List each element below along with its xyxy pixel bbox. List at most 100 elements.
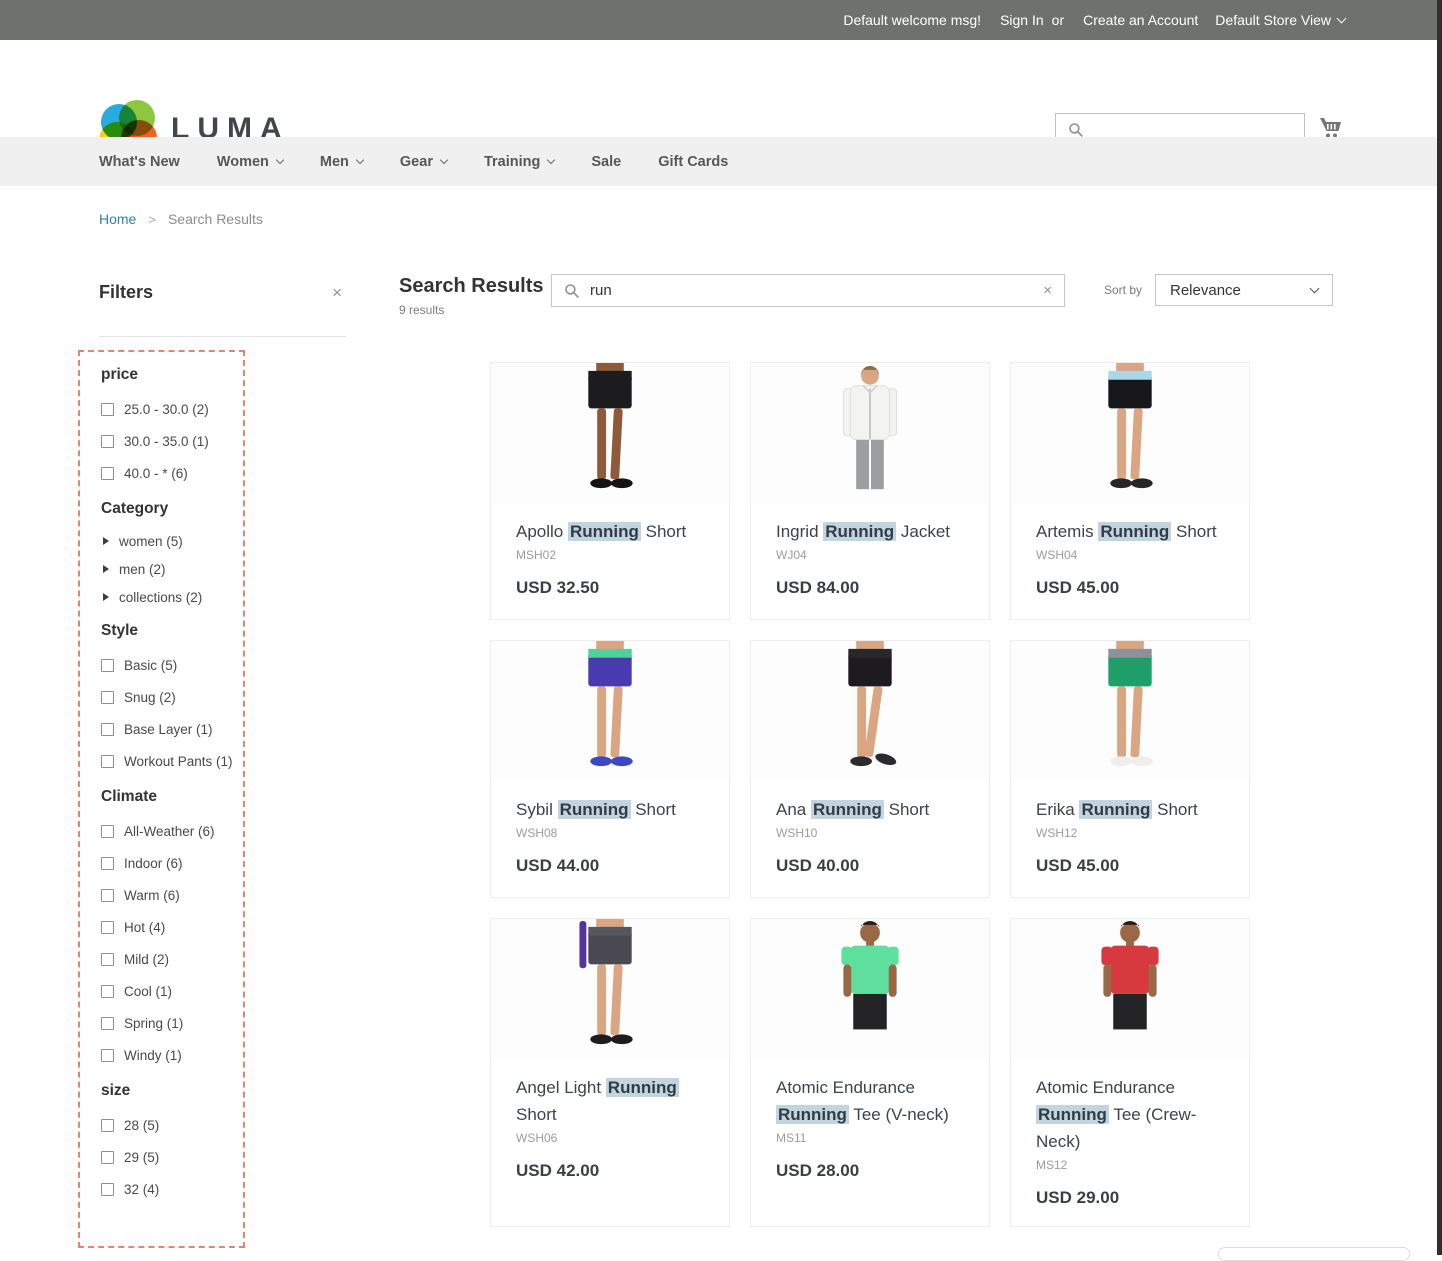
product-title[interactable]: Ana Running Short xyxy=(776,796,964,823)
filter-group-size-title[interactable]: size xyxy=(101,1082,243,1100)
product-image[interactable] xyxy=(1011,641,1249,781)
breadcrumb-home-link[interactable]: Home xyxy=(99,211,136,227)
filter-option[interactable]: Mild (2) xyxy=(101,943,243,975)
nav-whats-new[interactable]: What's New xyxy=(99,154,180,170)
product-image[interactable] xyxy=(491,919,729,1059)
nav-men[interactable]: Men xyxy=(320,154,363,170)
filter-option[interactable]: 40.0 - * (6) xyxy=(101,457,243,489)
nav-gear[interactable]: Gear xyxy=(400,154,447,170)
checkbox[interactable] xyxy=(101,1017,114,1030)
filter-option[interactable]: Hot (4) xyxy=(101,911,243,943)
browser-scrollbar[interactable] xyxy=(1437,0,1442,1255)
checkbox[interactable] xyxy=(101,723,114,736)
checkbox[interactable] xyxy=(101,1183,114,1196)
product-image[interactable] xyxy=(1011,363,1249,503)
checkbox[interactable] xyxy=(101,921,114,934)
filter-group-climate-title[interactable]: Climate xyxy=(101,788,243,806)
filter-option[interactable]: 29 (5) xyxy=(101,1141,243,1173)
checkbox[interactable] xyxy=(101,691,114,704)
filter-option[interactable]: Snug (2) xyxy=(101,681,243,713)
chevron-down-icon xyxy=(1337,13,1347,23)
product-title[interactable]: Artemis Running Short xyxy=(1036,518,1224,545)
checkbox[interactable] xyxy=(101,985,114,998)
filter-option[interactable]: Base Layer (1) xyxy=(101,713,243,745)
store-view-label: Default Store View xyxy=(1215,12,1331,28)
welcome-message: Default welcome msg! xyxy=(843,12,981,28)
product-image[interactable] xyxy=(491,363,729,503)
checkbox[interactable] xyxy=(101,1151,114,1164)
product-image[interactable] xyxy=(751,919,989,1059)
product-title[interactable]: Atomic Endurance Running Tee (Crew-Neck) xyxy=(1036,1074,1224,1155)
product-grid: Apollo Running Short MSH02 USD 32.50 Ing… xyxy=(490,362,1250,1227)
nav-women[interactable]: Women xyxy=(217,154,283,170)
product-image[interactable] xyxy=(1011,919,1249,1059)
filter-option[interactable]: Spring (1) xyxy=(101,1007,243,1039)
product-card[interactable]: Angel Light Running Short WSH06 USD 42.0… xyxy=(490,918,730,1227)
checkbox[interactable] xyxy=(101,953,114,966)
checkbox[interactable] xyxy=(101,755,114,768)
checkbox[interactable] xyxy=(101,857,114,870)
product-sku: WJ04 xyxy=(776,548,964,562)
product-title[interactable]: Apollo Running Short xyxy=(516,518,704,545)
filter-option[interactable]: women (5) xyxy=(101,527,243,555)
filter-option[interactable]: Warm (6) xyxy=(101,879,243,911)
filter-option[interactable]: Cool (1) xyxy=(101,975,243,1007)
product-price: USD 45.00 xyxy=(1036,856,1224,876)
checkbox[interactable] xyxy=(101,467,114,480)
filter-option[interactable]: Windy (1) xyxy=(101,1039,243,1071)
checkbox[interactable] xyxy=(101,659,114,672)
search-term-highlight: Running xyxy=(1079,800,1152,819)
search-icon xyxy=(564,283,580,299)
sign-in-link[interactable]: Sign In xyxy=(1000,12,1044,28)
chevron-down-icon xyxy=(440,156,448,164)
product-card[interactable]: Apollo Running Short MSH02 USD 32.50 xyxy=(490,362,730,620)
product-card[interactable]: Atomic Endurance Running Tee (V-neck) MS… xyxy=(750,918,990,1227)
checkbox[interactable] xyxy=(101,825,114,838)
product-price: USD 42.00 xyxy=(516,1161,704,1181)
nav-sale[interactable]: Sale xyxy=(591,154,621,170)
expand-arrow-icon[interactable] xyxy=(103,537,109,545)
checkbox[interactable] xyxy=(101,435,114,448)
product-image[interactable] xyxy=(751,363,989,503)
sort-dropdown[interactable]: Relevance xyxy=(1155,274,1333,306)
checkbox[interactable] xyxy=(101,403,114,416)
product-card[interactable]: Artemis Running Short WSH04 USD 45.00 xyxy=(1010,362,1250,620)
product-title[interactable]: Ingrid Running Jacket xyxy=(776,518,964,545)
product-card[interactable]: Sybil Running Short WSH08 USD 44.00 xyxy=(490,640,730,898)
filter-option[interactable]: Indoor (6) xyxy=(101,847,243,879)
expand-arrow-icon[interactable] xyxy=(103,565,109,573)
product-card[interactable]: Erika Running Short WSH12 USD 45.00 xyxy=(1010,640,1250,898)
filter-option[interactable]: 25.0 - 30.0 (2) xyxy=(101,393,243,425)
product-card[interactable]: Atomic Endurance Running Tee (Crew-Neck)… xyxy=(1010,918,1250,1227)
product-card[interactable]: Ana Running Short WSH10 USD 40.00 xyxy=(750,640,990,898)
filter-group-category-title[interactable]: Category xyxy=(101,500,243,518)
product-title[interactable]: Sybil Running Short xyxy=(516,796,704,823)
expand-arrow-icon[interactable] xyxy=(103,593,109,601)
filter-group-style-title[interactable]: Style xyxy=(101,622,243,640)
product-title[interactable]: Angel Light Running Short xyxy=(516,1074,704,1128)
filter-option[interactable]: All-Weather (6) xyxy=(101,815,243,847)
close-icon[interactable]: × xyxy=(332,284,342,301)
product-title[interactable]: Atomic Endurance Running Tee (V-neck) xyxy=(776,1074,964,1128)
product-card[interactable]: Ingrid Running Jacket WJ04 USD 84.00 xyxy=(750,362,990,620)
store-view-switcher[interactable]: Default Store View xyxy=(1215,12,1345,28)
filter-group-price-title[interactable]: price xyxy=(101,366,243,384)
product-image[interactable] xyxy=(751,641,989,781)
checkbox[interactable] xyxy=(101,1119,114,1132)
filter-option[interactable]: 28 (5) xyxy=(101,1109,243,1141)
product-title[interactable]: Erika Running Short xyxy=(1036,796,1224,823)
filter-option[interactable]: collections (2) xyxy=(101,583,243,611)
product-image[interactable] xyxy=(491,641,729,781)
filter-option[interactable]: Workout Pants (1) xyxy=(101,745,243,777)
nav-training[interactable]: Training xyxy=(484,154,554,170)
checkbox[interactable] xyxy=(101,1049,114,1062)
checkbox[interactable] xyxy=(101,889,114,902)
nav-gift-cards[interactable]: Gift Cards xyxy=(658,154,728,170)
filter-option[interactable]: men (2) xyxy=(101,555,243,583)
search-input[interactable] xyxy=(590,275,1043,306)
filter-option[interactable]: 30.0 - 35.0 (1) xyxy=(101,425,243,457)
create-account-link[interactable]: Create an Account xyxy=(1083,12,1198,28)
filter-option[interactable]: 32 (4) xyxy=(101,1173,243,1205)
filter-option[interactable]: Basic (5) xyxy=(101,649,243,681)
clear-search-icon[interactable]: × xyxy=(1043,283,1052,298)
